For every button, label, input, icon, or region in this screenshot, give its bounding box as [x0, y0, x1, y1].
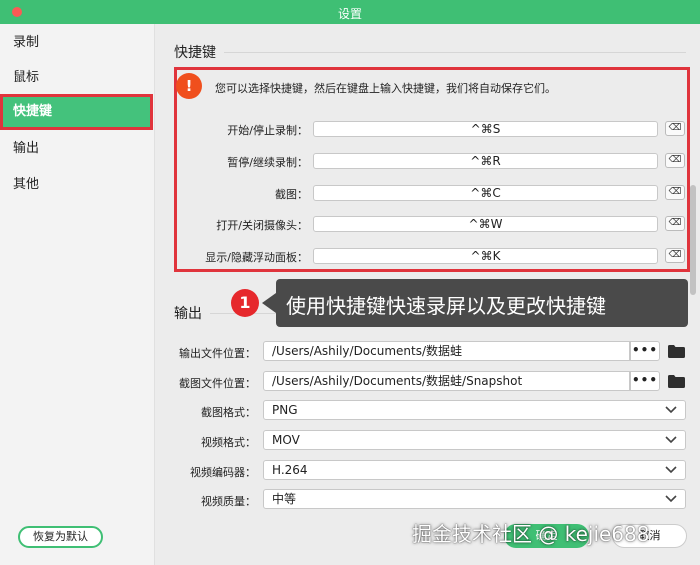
reset-defaults-button[interactable]: 恢复为默认 [18, 526, 103, 548]
screenshot-format-label: 截图格式： [201, 406, 256, 419]
video-quality-label: 视频质量： [201, 495, 256, 508]
video-quality-select[interactable]: 中等 [263, 489, 686, 509]
chevron-down-icon [665, 436, 677, 444]
screenshot-location-label: 截图文件位置： [179, 377, 256, 390]
output-location-field[interactable]: /Users/Ashily/Documents/数据蛙 [263, 341, 630, 361]
clear-shortcut-icon[interactable]: ⌫ [665, 185, 685, 200]
shortcut-label-screenshot: 截图： [275, 188, 308, 201]
chevron-down-icon [665, 495, 677, 503]
video-encoder-label: 视频编码器： [190, 466, 256, 479]
browse-output-button[interactable]: ••• [630, 341, 660, 361]
scrollbar[interactable] [690, 185, 696, 295]
sidebar-item-recording[interactable]: 录制 [0, 25, 153, 61]
output-section-title: 输出 [174, 306, 202, 322]
screenshot-location-field[interactable]: /Users/Ashily/Documents/数据蛙/Snapshot [263, 371, 630, 391]
shortcut-label-start-stop: 开始/停止录制： [227, 124, 308, 137]
output-location-label: 输出文件位置： [179, 347, 256, 360]
screenshot-format-select[interactable]: PNG [263, 400, 686, 420]
sidebar-item-other[interactable]: 其他 [0, 167, 153, 203]
folder-icon[interactable] [668, 345, 685, 358]
shortcut-field-floating-panel[interactable]: ^⌘K [313, 248, 658, 264]
clear-shortcut-icon[interactable]: ⌫ [665, 121, 685, 136]
folder-icon[interactable] [668, 375, 685, 388]
shortcuts-section-title: 快捷键 [174, 45, 216, 61]
browse-screenshot-button[interactable]: ••• [630, 371, 660, 391]
clear-shortcut-icon[interactable]: ⌫ [665, 248, 685, 263]
shortcut-label-camera: 打开/关闭摄像头： [216, 219, 308, 232]
clear-shortcut-icon[interactable]: ⌫ [665, 216, 685, 231]
sidebar-item-output[interactable]: 输出 [0, 131, 153, 167]
video-quality-value: 中等 [272, 492, 297, 506]
screenshot-format-value: PNG [272, 403, 298, 417]
shortcut-label-pause-resume: 暂停/继续录制： [227, 156, 308, 169]
sidebar-item-mouse[interactable]: 鼠标 [0, 60, 153, 96]
chevron-down-icon [665, 466, 677, 474]
section-divider [224, 52, 686, 53]
video-encoder-select[interactable]: H.264 [263, 460, 686, 480]
window-title: 设置 [337, 7, 362, 21]
chevron-down-icon [665, 406, 677, 414]
shortcut-field-pause-resume[interactable]: ^⌘R [313, 153, 658, 169]
sidebar: 录制 鼠标 快捷键 输出 其他 [0, 24, 155, 565]
video-encoder-value: H.264 [272, 463, 308, 477]
shortcut-field-start-stop[interactable]: ^⌘S [313, 121, 658, 137]
warning-icon: ! [176, 73, 202, 99]
annotation-text: 使用快捷键快速录屏以及更改快捷键 [286, 294, 606, 318]
video-format-value: MOV [272, 433, 300, 447]
video-format-label: 视频格式： [201, 436, 256, 449]
shortcut-field-camera[interactable]: ^⌘W [313, 216, 658, 232]
shortcut-label-floating-panel: 显示/隐藏浮动面板： [205, 251, 308, 264]
annotation-callout: 使用快捷键快速录屏以及更改快捷键 [262, 279, 688, 327]
shortcuts-hint: 您可以选择快捷键，然后在键盘上输入快捷键，我们将自动保存它们。 [215, 82, 556, 95]
title-bar: 设置 [0, 0, 700, 24]
annotation-number-badge: 1 [231, 289, 259, 317]
watermark: 掘金技术社区 @ kejie688 [412, 522, 650, 546]
sidebar-item-shortcuts[interactable]: 快捷键 [0, 94, 153, 130]
shortcut-field-screenshot[interactable]: ^⌘C [313, 185, 658, 201]
video-format-select[interactable]: MOV [263, 430, 686, 450]
clear-shortcut-icon[interactable]: ⌫ [665, 153, 685, 168]
